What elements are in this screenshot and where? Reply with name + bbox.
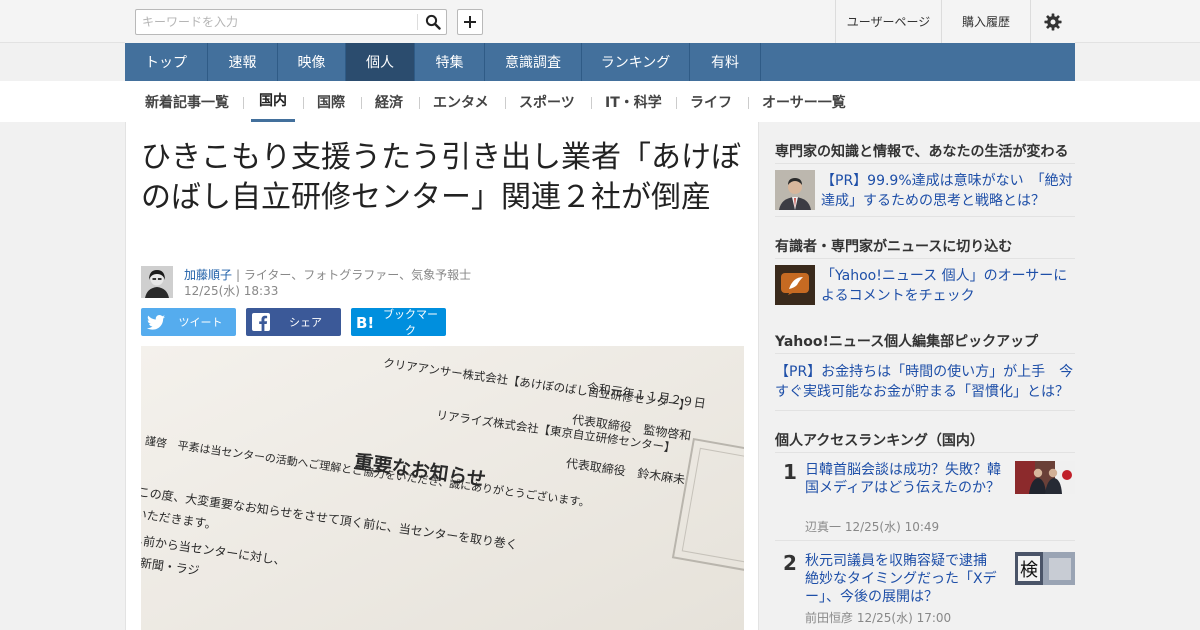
ranking-item-time: 12/25(水) 10:49 bbox=[844, 520, 940, 534]
author-portrait bbox=[141, 266, 173, 298]
nav-video[interactable]: 映像 bbox=[278, 43, 346, 81]
subnav-it-science[interactable]: IT・科学 bbox=[605, 81, 662, 122]
sidebar-pickup-heading: Yahoo!ニュース個人編集部ピックアップ bbox=[775, 334, 1039, 350]
subnav-new-articles[interactable]: 新着記事一覧 bbox=[145, 81, 229, 122]
nav-ranking[interactable]: ランキング bbox=[582, 43, 690, 81]
author-role: | ライター、フォトグラファー、気象予報士 bbox=[236, 268, 472, 282]
subnav-separator bbox=[303, 97, 304, 109]
top-bar: ユーザーページ 購入履歴 bbox=[0, 0, 1200, 43]
publish-time: 12/25(水) 18:33 bbox=[184, 284, 279, 298]
hatena-bookmark-label: ブックマーク bbox=[383, 308, 438, 337]
gear-icon bbox=[1044, 12, 1062, 31]
facebook-share-label: シェア bbox=[289, 316, 322, 329]
twitter-share-label: ツイート bbox=[178, 316, 223, 329]
sidebar-expert-heading: 専門家の知識と情報で、あなたの生活が変わる bbox=[775, 144, 1069, 160]
comment-pen-icon bbox=[775, 265, 815, 305]
sidebar-opinion-heading: 有識者・専門家がニュースに切り込む bbox=[775, 239, 1013, 255]
author-avatar[interactable] bbox=[141, 266, 173, 298]
search-box bbox=[135, 9, 447, 35]
ranking-item-time: 12/25(水) 17:00 bbox=[856, 611, 952, 625]
rank-number: 2 bbox=[783, 551, 797, 575]
sub-nav-bar: 新着記事一覧 国内 国際 経済 エンタメ スポーツ IT・科学 ライフ オーサー… bbox=[0, 81, 1200, 122]
notice-document-photo: 令和元年１１月２９日 クリアアンサー株式会社【あけぼのばし自立研修センター】 代… bbox=[141, 346, 744, 630]
ranking-photo-prosecutor: 検 bbox=[1015, 552, 1075, 585]
ranking-item-author[interactable]: 前田恒彦 bbox=[805, 611, 853, 625]
plus-icon bbox=[464, 16, 476, 28]
sub-nav: 新着記事一覧 国内 国際 経済 エンタメ スポーツ IT・科学 ライフ オーサー… bbox=[125, 81, 1075, 122]
hatena-icon: B! bbox=[351, 314, 381, 330]
settings-button[interactable] bbox=[1030, 0, 1075, 43]
search-divider bbox=[417, 14, 418, 30]
article-photo: 令和元年１１月２９日 クリアアンサー株式会社【あけぼのばし自立研修センター】 代… bbox=[141, 346, 744, 630]
ranking-item-author[interactable]: 辺真一 bbox=[805, 520, 841, 534]
ranking-item-title[interactable]: 日韓首脳会談は成功？失敗？韓国メディアはどう伝えたのか？ bbox=[805, 461, 1005, 497]
subnav-separator bbox=[419, 97, 420, 109]
divider bbox=[775, 410, 1075, 411]
comment-thumbnail[interactable] bbox=[775, 265, 815, 305]
ranking-heading: 個人アクセスランキング（国内） bbox=[775, 433, 984, 449]
subnav-separator bbox=[591, 97, 592, 109]
subnav-life[interactable]: ライフ bbox=[690, 81, 732, 122]
pr-thumbnail[interactable] bbox=[775, 170, 815, 210]
twitter-share-button[interactable]: ツイート bbox=[141, 308, 236, 336]
divider bbox=[775, 452, 1075, 453]
divider bbox=[775, 540, 1075, 541]
nav-breaking[interactable]: 速報 bbox=[208, 43, 278, 81]
divider bbox=[775, 353, 1075, 354]
add-button[interactable] bbox=[457, 9, 483, 35]
ranking-item-title[interactable]: 秋元司議員を収賄容疑で逮捕 絶妙なタイミングだった「Xデー」、今後の展開は？ bbox=[805, 552, 1005, 606]
sidebar: 専門家の知識と情報で、あなたの生活が変わる 【PR】99.9%達成は意味がない … bbox=[775, 122, 1075, 630]
rank-number: 1 bbox=[783, 460, 797, 484]
subnav-separator bbox=[676, 97, 677, 109]
subnav-entertainment[interactable]: エンタメ bbox=[433, 81, 489, 122]
author-name[interactable]: 加藤順子 bbox=[184, 266, 232, 283]
subnav-authors[interactable]: オーサー一覧 bbox=[762, 81, 846, 122]
nav-paid[interactable]: 有料 bbox=[690, 43, 761, 81]
ranking-thumbnail[interactable] bbox=[1015, 461, 1075, 494]
user-page-link[interactable]: ユーザーページ bbox=[835, 0, 941, 43]
search-button[interactable] bbox=[420, 10, 446, 34]
pr-person-photo bbox=[775, 170, 815, 210]
subnav-separator bbox=[243, 97, 244, 109]
subnav-economy[interactable]: 経済 bbox=[375, 81, 403, 122]
ranking-thumbnail[interactable]: 検 bbox=[1015, 552, 1075, 585]
subnav-separator bbox=[505, 97, 506, 109]
nav-individual[interactable]: 個人 bbox=[346, 43, 415, 81]
subnav-domestic[interactable]: 国内 bbox=[251, 81, 295, 122]
article-title: ひきこもり支援うたう引き出し業者「あけぼのばし自立研修センター」関連２社が倒産 bbox=[141, 140, 741, 215]
article: ひきこもり支援うたう引き出し業者「あけぼのばし自立研修センター」関連２社が倒産 … bbox=[125, 122, 759, 630]
search-input[interactable] bbox=[136, 10, 416, 34]
ranking-item-meta: 辺真一 12/25(水) 10:49 bbox=[805, 518, 939, 535]
subnav-separator bbox=[748, 97, 749, 109]
divider bbox=[775, 216, 1075, 217]
main-nav: トップ 速報 映像 個人 特集 意識調査 ランキング 有料 bbox=[125, 43, 1075, 81]
svg-text:B!: B! bbox=[356, 314, 374, 330]
subnav-separator bbox=[361, 97, 362, 109]
top-bar-inner: ユーザーページ 購入履歴 bbox=[125, 0, 1075, 43]
subnav-international[interactable]: 国際 bbox=[317, 81, 345, 122]
ranking-item-meta: 前田恒彦 12/25(水) 17:00 bbox=[805, 609, 951, 626]
search-icon bbox=[425, 14, 441, 30]
pickup-pr-link[interactable]: 【PR】お金持ちは「時間の使い方」が上手 今すぐ実践可能なお金が貯まる「習慣化」… bbox=[775, 362, 1075, 402]
nav-survey[interactable]: 意識調査 bbox=[485, 43, 582, 81]
svg-text:検: 検 bbox=[1020, 560, 1038, 581]
nav-top[interactable]: トップ bbox=[125, 43, 208, 81]
purchase-history-link[interactable]: 購入履歴 bbox=[941, 0, 1030, 43]
subnav-sports[interactable]: スポーツ bbox=[519, 81, 575, 122]
pr-link-goal[interactable]: 【PR】99.9%達成は意味がない 「絶対達成」するための思考と戦略とは？ bbox=[821, 171, 1075, 211]
nav-feature[interactable]: 特集 bbox=[415, 43, 485, 81]
divider bbox=[775, 163, 1075, 164]
comment-check-link[interactable]: 「Yahoo!ニュース 個人」のオーサーによるコメントをチェック bbox=[821, 266, 1075, 306]
facebook-icon bbox=[246, 313, 276, 331]
facebook-share-button[interactable]: シェア bbox=[246, 308, 341, 336]
hatena-bookmark-button[interactable]: B! ブックマーク bbox=[351, 308, 446, 337]
divider bbox=[775, 258, 1075, 259]
ranking-photo-summit bbox=[1015, 461, 1075, 494]
twitter-icon bbox=[141, 314, 171, 330]
